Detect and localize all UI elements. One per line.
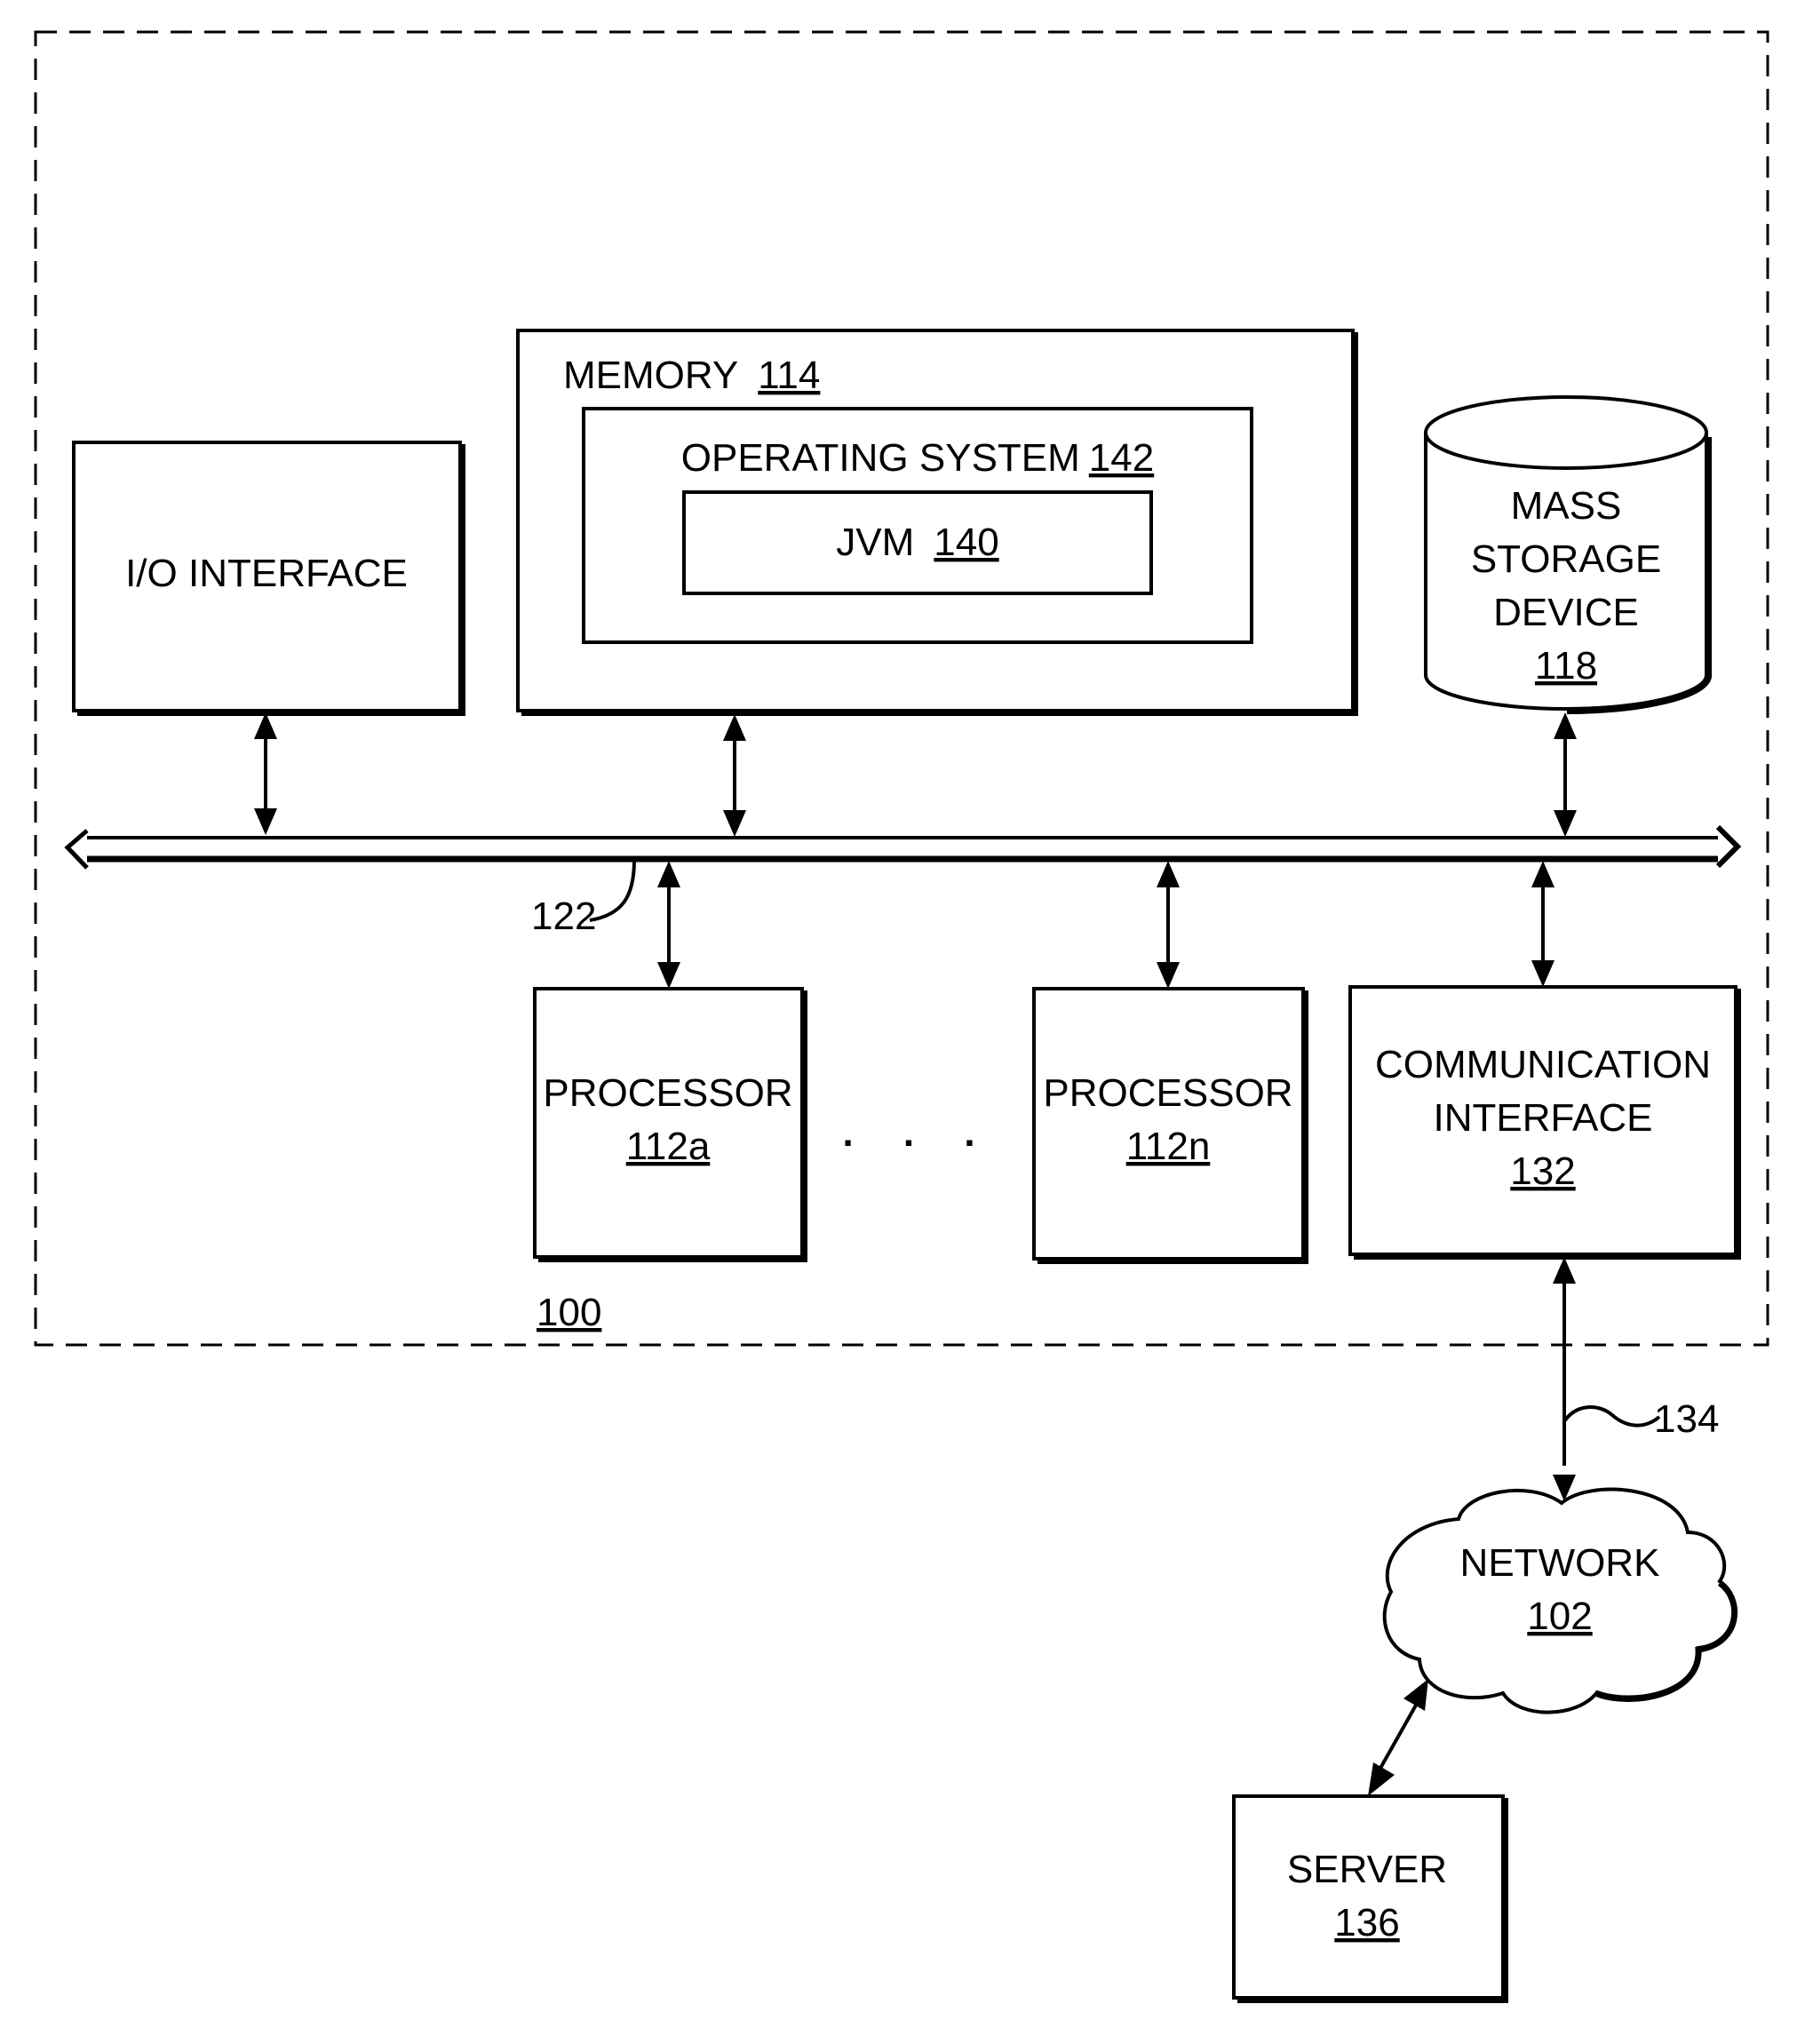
- processor-112n-block[interactable]: PROCESSOR 112n: [1032, 987, 1308, 1264]
- comm-label-line-2: INTERFACE: [1434, 1096, 1653, 1140]
- network-label: NETWORK: [1460, 1541, 1660, 1585]
- comm-bus-arrow: [1531, 861, 1554, 987]
- processor-112a-block[interactable]: PROCESSOR 112a: [533, 987, 807, 1262]
- mass-storage-cylinder[interactable]: MASS STORAGE DEVICE 118: [1424, 395, 1712, 714]
- os-label: OPERATING SYSTEM: [681, 436, 1080, 480]
- os-ref: 142: [1089, 436, 1154, 480]
- io-bus-arrow: [254, 712, 277, 835]
- system-bus: [64, 824, 1742, 870]
- system-block-diagram: I/O INTERFACE MEMORY 114 OPERATING SYSTEM…: [34, 30, 1769, 2003]
- processor-ellipsis: . . .: [842, 1111, 994, 1155]
- link-reference: 134: [1562, 1397, 1719, 1441]
- comm-network-arrow: [1553, 1257, 1576, 1501]
- storage-label-line-2: STORAGE: [1471, 537, 1661, 581]
- proc-n-bus-arrow: [1157, 861, 1180, 989]
- processor-n-label: PROCESSOR: [1043, 1071, 1292, 1115]
- memory-label: MEMORY: [563, 354, 738, 397]
- comm-ref: 132: [1510, 1149, 1575, 1193]
- system-ref-label: 100: [537, 1291, 601, 1334]
- bus-reference: 122: [531, 859, 636, 938]
- communication-interface-block[interactable]: COMMUNICATION INTERFACE 132: [1348, 985, 1741, 1260]
- server-label: SERVER: [1287, 1848, 1447, 1891]
- network-server-arrow: [1368, 1679, 1428, 1796]
- jvm-ref: 140: [934, 521, 998, 564]
- svg-text:MEMORY114: MEMORY 114: [563, 354, 820, 397]
- processor-n-ref: 112n: [1126, 1125, 1211, 1168]
- jvm-block[interactable]: JVM 140: [682, 490, 1153, 595]
- storage-ref: 118: [1535, 644, 1597, 688]
- network-ref: 102: [1527, 1595, 1592, 1638]
- memory-bus-arrow: [723, 714, 746, 837]
- storage-label-line-3: DEVICE: [1493, 591, 1639, 634]
- io-interface-block[interactable]: I/O INTERFACE: [72, 441, 465, 716]
- storage-bus-arrow: [1554, 712, 1577, 837]
- storage-label-line-1: MASS: [1511, 484, 1622, 528]
- processor-a-ref: 112a: [626, 1125, 711, 1168]
- network-cloud[interactable]: NETWORK 102: [1382, 1487, 1738, 1714]
- bus-ref-label: 122: [531, 895, 596, 938]
- link-ref-label: 134: [1654, 1397, 1719, 1441]
- processor-a-label: PROCESSOR: [543, 1071, 792, 1115]
- comm-label-line-1: COMMUNICATION: [1375, 1043, 1711, 1086]
- server-ref: 136: [1334, 1901, 1399, 1945]
- server-block[interactable]: SERVER 136: [1232, 1794, 1508, 2003]
- io-interface-label: I/O INTERFACE: [125, 552, 408, 595]
- memory-ref: 114: [758, 354, 820, 397]
- proc-a-bus-arrow: [657, 861, 680, 989]
- jvm-label: JVM: [836, 521, 914, 564]
